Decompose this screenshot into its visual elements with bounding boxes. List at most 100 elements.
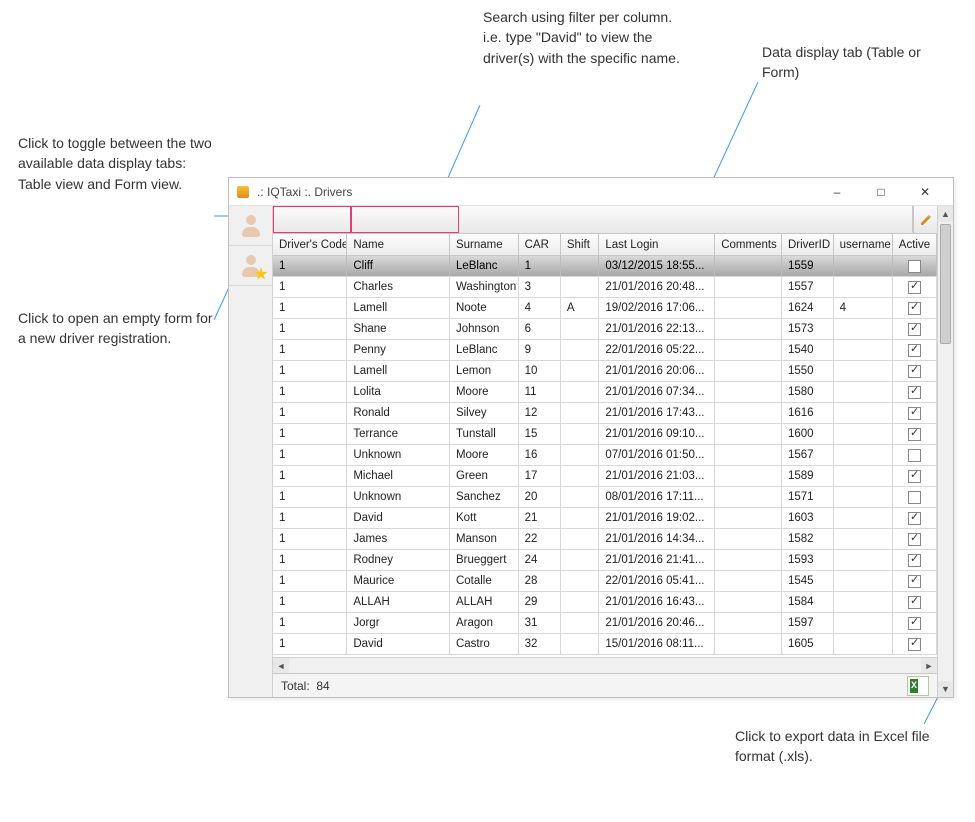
- cell-active[interactable]: [893, 571, 937, 591]
- checkbox[interactable]: [908, 617, 921, 630]
- cell[interactable]: [834, 613, 893, 633]
- cell[interactable]: [561, 550, 599, 570]
- cell-active[interactable]: [893, 508, 937, 528]
- cell[interactable]: [561, 382, 599, 402]
- table-row[interactable]: 1RodneyBrueggert2421/01/2016 21:41...159…: [273, 550, 937, 571]
- cell-active[interactable]: [893, 403, 937, 423]
- scroll-down-icon[interactable]: ▼: [938, 681, 953, 697]
- cell[interactable]: 1571: [782, 487, 834, 507]
- cell-active[interactable]: [893, 613, 937, 633]
- cell[interactable]: 21/01/2016 09:10...: [599, 424, 715, 444]
- cell[interactable]: 1: [273, 361, 347, 381]
- cell[interactable]: [561, 508, 599, 528]
- cell[interactable]: [715, 298, 782, 318]
- maximize-button[interactable]: □: [859, 181, 903, 203]
- cell[interactable]: [834, 529, 893, 549]
- checkbox[interactable]: [908, 323, 921, 336]
- cell-active[interactable]: [893, 298, 937, 318]
- cell[interactable]: 1597: [782, 613, 834, 633]
- export-excel-button[interactable]: [907, 676, 929, 696]
- table-row[interactable]: 1LamellLemon1021/01/2016 20:06...1550: [273, 361, 937, 382]
- cell[interactable]: LeBlanc: [450, 256, 519, 276]
- cell[interactable]: [561, 340, 599, 360]
- cell[interactable]: 24: [519, 550, 561, 570]
- checkbox[interactable]: [908, 575, 921, 588]
- cell[interactable]: 31: [519, 613, 561, 633]
- cell[interactable]: 21/01/2016 07:34...: [599, 382, 715, 402]
- cell[interactable]: 21/01/2016 17:43...: [599, 403, 715, 423]
- cell-active[interactable]: [893, 445, 937, 465]
- cell[interactable]: Tunstall: [450, 424, 519, 444]
- cell[interactable]: 1: [273, 445, 347, 465]
- checkbox[interactable]: [908, 428, 921, 441]
- cell[interactable]: Brueggert: [450, 550, 519, 570]
- col-shift[interactable]: Shift: [561, 234, 599, 255]
- cell[interactable]: 1605: [782, 634, 834, 654]
- cell[interactable]: 9: [519, 340, 561, 360]
- cell[interactable]: [834, 571, 893, 591]
- cell[interactable]: 1: [273, 487, 347, 507]
- col-username[interactable]: username: [834, 234, 893, 255]
- table-row[interactable]: 1TerranceTunstall1521/01/2016 09:10...16…: [273, 424, 937, 445]
- cell[interactable]: [834, 403, 893, 423]
- cell[interactable]: [561, 277, 599, 297]
- scroll-left-icon[interactable]: ◄: [273, 658, 289, 673]
- cell[interactable]: 20: [519, 487, 561, 507]
- cell[interactable]: [834, 634, 893, 654]
- cell[interactable]: Lamell: [347, 361, 450, 381]
- cell[interactable]: 21/01/2016 20:48...: [599, 277, 715, 297]
- cell[interactable]: 29: [519, 592, 561, 612]
- table-row[interactable]: 1PennyLeBlanc922/01/2016 05:22...1540: [273, 340, 937, 361]
- table-row[interactable]: 1CliffLeBlanc103/12/2015 18:55...1559: [273, 256, 937, 277]
- cell[interactable]: [561, 424, 599, 444]
- cell[interactable]: David: [347, 508, 450, 528]
- cell[interactable]: Lolita: [347, 382, 450, 402]
- titlebar[interactable]: .: IQTaxi :. Drivers – □ ✕: [229, 178, 953, 206]
- cell[interactable]: Moore: [450, 445, 519, 465]
- cell[interactable]: 11: [519, 382, 561, 402]
- cell-active[interactable]: [893, 550, 937, 570]
- cell[interactable]: [834, 361, 893, 381]
- cell[interactable]: [715, 466, 782, 486]
- cell-active[interactable]: [893, 361, 937, 381]
- cell[interactable]: Cliff: [347, 256, 450, 276]
- col-comments[interactable]: Comments: [715, 234, 782, 255]
- cell[interactable]: [834, 340, 893, 360]
- cell[interactable]: [715, 613, 782, 633]
- cell[interactable]: 3: [519, 277, 561, 297]
- col-active[interactable]: Active: [893, 234, 937, 255]
- col-code[interactable]: Driver's Code: [273, 234, 347, 255]
- cell[interactable]: [715, 487, 782, 507]
- checkbox[interactable]: [908, 596, 921, 609]
- scroll-thumb[interactable]: [940, 224, 951, 344]
- cell[interactable]: 1600: [782, 424, 834, 444]
- cell[interactable]: 22: [519, 529, 561, 549]
- checkbox[interactable]: [908, 281, 921, 294]
- cell[interactable]: [561, 445, 599, 465]
- cell[interactable]: Washington: [450, 277, 519, 297]
- table-row[interactable]: 1ALLAHALLAH2921/01/2016 16:43...1584: [273, 592, 937, 613]
- cell[interactable]: Castro: [450, 634, 519, 654]
- cell[interactable]: Noote: [450, 298, 519, 318]
- cell[interactable]: 1: [273, 424, 347, 444]
- cell[interactable]: Rodney: [347, 550, 450, 570]
- table-row[interactable]: 1UnknownMoore1607/01/2016 01:50...1567: [273, 445, 937, 466]
- cell[interactable]: 1573: [782, 319, 834, 339]
- checkbox[interactable]: [908, 386, 921, 399]
- cell[interactable]: Aragon: [450, 613, 519, 633]
- cell[interactable]: 28: [519, 571, 561, 591]
- cell-active[interactable]: [893, 277, 937, 297]
- cell[interactable]: [715, 508, 782, 528]
- cell[interactable]: ALLAH: [450, 592, 519, 612]
- table-row[interactable]: 1LamellNoote4A19/02/2016 17:06...16244: [273, 298, 937, 319]
- cell[interactable]: Charles: [347, 277, 450, 297]
- cell[interactable]: [715, 319, 782, 339]
- cell[interactable]: 1582: [782, 529, 834, 549]
- cell[interactable]: 1: [273, 634, 347, 654]
- cell-active[interactable]: [893, 529, 937, 549]
- cell[interactable]: David: [347, 634, 450, 654]
- cell[interactable]: 1: [273, 277, 347, 297]
- cell[interactable]: Johnson: [450, 319, 519, 339]
- cell[interactable]: [561, 319, 599, 339]
- cell[interactable]: 1: [273, 382, 347, 402]
